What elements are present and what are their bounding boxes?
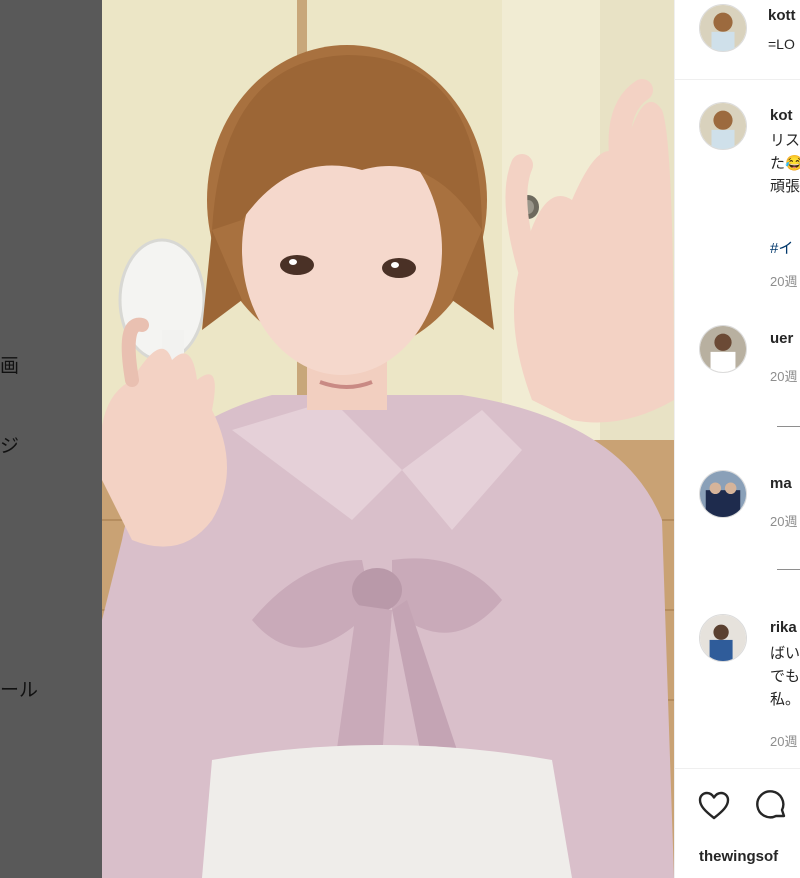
comment-username[interactable]: ma: [770, 475, 792, 492]
comment-line: ばい: [770, 645, 800, 662]
comment-time[interactable]: 20週: [770, 731, 797, 750]
comment-username[interactable]: rika: [770, 619, 797, 636]
caption-line: 頑張: [770, 178, 800, 195]
comment-line: でも: [770, 668, 800, 685]
comment-time[interactable]: 20週: [770, 511, 797, 530]
caption-avatar[interactable]: [699, 102, 747, 150]
comment-time[interactable]: 20週: [770, 366, 797, 385]
caption-line: リス: [770, 132, 800, 149]
caption-line: た😂: [770, 155, 800, 172]
comment-avatar[interactable]: [699, 325, 747, 373]
post-actions: thewingsof: [675, 768, 800, 878]
photo-illustration: [102, 0, 674, 878]
comment-line: 私。: [770, 691, 800, 708]
post-photo: [102, 0, 674, 878]
post-side-panel: kott =LO kot リス た😂 頑張 #イ 20週 uer 20週 ma …: [674, 0, 800, 878]
liked-by-username[interactable]: thewingsof: [699, 848, 778, 865]
author-subtitle[interactable]: =LO: [768, 36, 795, 52]
author-username[interactable]: kott: [768, 7, 796, 24]
view-replies-line[interactable]: [777, 426, 800, 427]
sidebar-item-profile-label: ール: [0, 680, 39, 701]
caption-username[interactable]: kot: [770, 107, 793, 124]
comment-icon[interactable]: [755, 789, 789, 823]
author-avatar[interactable]: [699, 4, 747, 52]
comment-avatar[interactable]: [699, 614, 747, 662]
comment-username[interactable]: uer: [770, 330, 793, 347]
view-replies-line[interactable]: [777, 569, 800, 570]
sidebar-item-message-label: ジ: [0, 436, 20, 457]
sidebar-item-video-label: 画: [0, 356, 20, 377]
comment-avatar[interactable]: [699, 470, 747, 518]
post-header: kott =LO: [675, 0, 800, 80]
caption-hashtag[interactable]: #イ: [770, 237, 793, 258]
caption-time[interactable]: 20週: [770, 271, 797, 290]
heart-icon[interactable]: [697, 789, 731, 823]
